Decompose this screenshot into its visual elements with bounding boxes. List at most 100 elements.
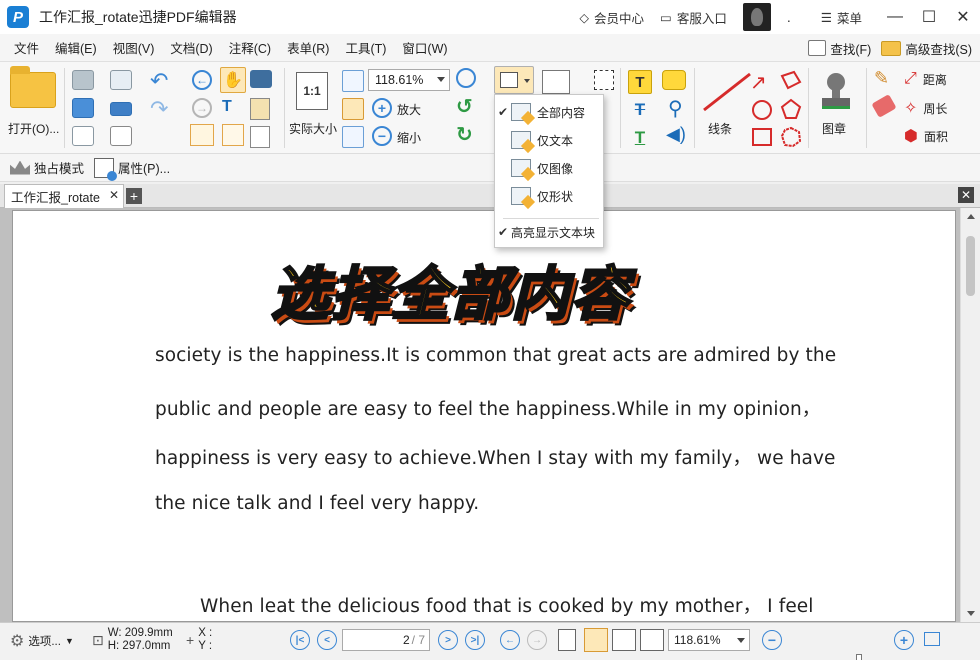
typewriter-icon[interactable]: T	[628, 70, 652, 94]
scan-icon[interactable]	[110, 102, 132, 116]
zoom-out-icon[interactable]: −	[372, 126, 392, 146]
select-text-icon[interactable]: T	[222, 98, 232, 116]
close-window-button[interactable]: ✕	[946, 0, 980, 34]
area-tool[interactable]: ⬢ 面积	[904, 126, 948, 146]
actual-size-label[interactable]: 实际大小	[289, 120, 337, 137]
vertical-scrollbar[interactable]	[960, 208, 980, 622]
pdf-page[interactable]: 选择全部内容 society is the happiness.It is co…	[12, 210, 956, 622]
prev-page-icon[interactable]: <	[317, 630, 337, 650]
ellipse-tool-icon[interactable]	[752, 100, 772, 120]
zoom-out-label[interactable]: 缩小	[397, 129, 421, 146]
close-all-tabs-button[interactable]: ✕	[958, 187, 974, 203]
actual-size-icon[interactable]: 1:1	[296, 72, 328, 110]
zoom-select[interactable]: 118.61%	[368, 69, 450, 91]
avatar[interactable]	[742, 3, 771, 31]
status-zoom-select[interactable]: 118.61%	[668, 629, 750, 651]
fullscreen-icon[interactable]	[924, 632, 940, 646]
open-button-label[interactable]: 打开(O)...	[8, 120, 59, 137]
eraser-icon[interactable]	[871, 94, 897, 118]
perimeter-tool[interactable]: ✧ 周长	[904, 98, 947, 118]
customer-service-button[interactable]: ▭ 客服入口	[660, 8, 727, 27]
zoom-out-icon[interactable]: −	[762, 630, 782, 650]
note-icon[interactable]	[662, 70, 686, 90]
magnifier-icon[interactable]	[456, 68, 476, 88]
menu-comment[interactable]: 注释(C)	[221, 38, 279, 57]
select-content-button[interactable]	[494, 66, 534, 94]
menu-view[interactable]: 视图(V)	[105, 38, 163, 57]
print-icon[interactable]	[72, 98, 94, 118]
pencil-icon[interactable]: ✎	[874, 68, 889, 89]
previous-view-icon[interactable]: ←	[500, 630, 520, 650]
zoom-in-icon[interactable]: +	[372, 98, 392, 118]
first-page-icon[interactable]: |<	[290, 630, 310, 650]
polygon-tool-icon[interactable]	[780, 98, 802, 120]
hand-tool-icon[interactable]: ✋	[220, 67, 246, 93]
menu-option-shapes-only[interactable]: 仅形状	[495, 183, 603, 209]
document-viewport[interactable]: 选择全部内容 society is the happiness.It is co…	[0, 208, 980, 622]
zoom-slider-knob[interactable]	[856, 654, 862, 660]
rectangle-tool-icon[interactable]	[752, 128, 772, 146]
next-view-icon[interactable]: →	[527, 630, 547, 650]
close-tab-icon[interactable]: ✕	[109, 188, 119, 202]
minimize-button[interactable]: —	[878, 0, 912, 34]
line-tool-icon[interactable]	[700, 70, 756, 114]
maximize-button[interactable]: ☐	[912, 0, 946, 34]
open-folder-icon[interactable]	[10, 66, 56, 108]
polyline-tool-icon[interactable]	[780, 70, 802, 90]
next-view-icon[interactable]: →	[192, 98, 212, 118]
previous-view-icon[interactable]: ←	[192, 70, 212, 90]
menu-option-highlight-text-blocks[interactable]: ✔ 高亮显示文本块	[495, 219, 603, 245]
email-icon[interactable]	[110, 70, 132, 90]
redo-icon[interactable]: ↷	[150, 96, 168, 122]
properties-button[interactable]: 属性(P)...	[94, 157, 170, 181]
document-tab[interactable]: 工作汇报_rotate ✕	[4, 184, 124, 208]
next-page-icon[interactable]: >	[438, 630, 458, 650]
undo-icon[interactable]: ↶	[150, 68, 168, 94]
attach-icon[interactable]: ⚲	[668, 96, 683, 121]
clipboard-icon[interactable]	[250, 98, 270, 120]
line-tool-label[interactable]: 线条	[708, 120, 732, 137]
continuous-facing-icon[interactable]	[640, 629, 664, 651]
new-tab-button[interactable]: +	[126, 188, 142, 204]
camera-icon[interactable]	[250, 70, 272, 88]
cloud-tool-icon[interactable]	[780, 126, 802, 148]
advanced-find-button[interactable]: 高级查找(S)	[881, 39, 972, 58]
menu-tools[interactable]: 工具(T)	[337, 38, 394, 57]
rotate-ccw-icon[interactable]: ↺	[456, 94, 473, 119]
menu-window[interactable]: 窗口(W)	[394, 38, 455, 57]
stamp-icon[interactable]	[816, 70, 856, 110]
zoom-in-label[interactable]: 放大	[397, 101, 421, 118]
sound-icon[interactable]: ◀)	[666, 124, 686, 145]
underline-icon[interactable]: T	[628, 126, 652, 150]
menu-option-images-only[interactable]: 仅图像	[495, 155, 603, 181]
menu-option-all-content[interactable]: ✔ 全部内容	[495, 99, 603, 125]
main-menu-button[interactable]: ☰ 菜单	[821, 8, 862, 27]
member-center-button[interactable]: ◇ 会员中心	[579, 8, 644, 27]
distance-tool[interactable]: ⤢ 距离	[904, 70, 947, 88]
page-number-input[interactable]: 2 / 7	[342, 629, 430, 651]
scroll-thumb[interactable]	[966, 236, 975, 296]
save-icon[interactable]	[72, 70, 94, 90]
strikeout-icon[interactable]: T	[628, 98, 652, 122]
zoom-in-icon[interactable]: +	[894, 630, 914, 650]
snapshot-tool-icon[interactable]	[190, 124, 214, 146]
export-icon[interactable]	[72, 126, 94, 146]
rotate-cw-icon[interactable]: ↻	[456, 122, 473, 147]
edit-content-icon[interactable]	[542, 70, 570, 94]
scroll-up-arrow-icon[interactable]	[967, 214, 975, 219]
new-doc-icon[interactable]	[110, 126, 132, 146]
menu-edit[interactable]: 编辑(E)	[47, 38, 105, 57]
single-page-icon[interactable]	[558, 629, 576, 651]
fit-width-icon[interactable]	[342, 70, 364, 92]
page-tools-icon[interactable]	[250, 126, 270, 148]
find-button[interactable]: 查找(F)	[808, 39, 871, 58]
text-box-icon[interactable]	[594, 70, 614, 90]
continuous-page-icon[interactable]	[584, 628, 608, 652]
scroll-down-arrow-icon[interactable]	[967, 611, 975, 616]
options-button[interactable]: ⚙ 选项... ▼	[10, 631, 74, 651]
edit-object-icon[interactable]	[222, 124, 244, 146]
exclusive-mode-button[interactable]: 独占模式	[10, 158, 84, 177]
stamp-label[interactable]: 图章	[822, 120, 846, 137]
menu-option-text-only[interactable]: 仅文本	[495, 127, 603, 153]
last-page-icon[interactable]: >|	[465, 630, 485, 650]
